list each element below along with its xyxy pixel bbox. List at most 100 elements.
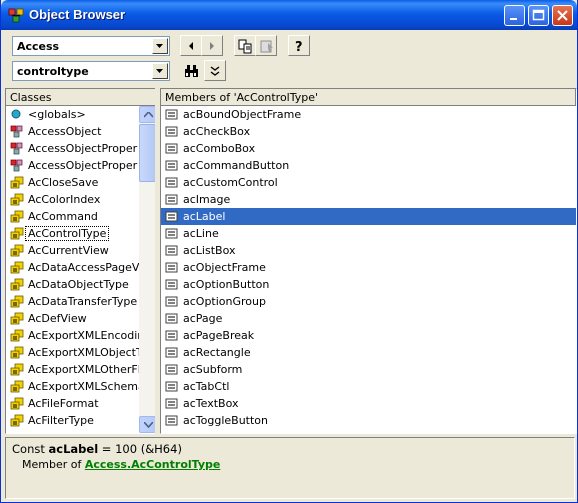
library-link[interactable]: Access [85, 458, 127, 471]
member-list-item[interactable]: acTextBox [161, 395, 576, 412]
view-definition-icon [260, 40, 273, 53]
chevron-down-icon [144, 422, 153, 428]
member-list-item[interactable]: acPage [161, 310, 576, 327]
member-list-item[interactable]: acOptionButton [161, 276, 576, 293]
class-list-item[interactable]: AcExportXMLEncodir [6, 327, 139, 344]
member-item-label: acLabel [183, 210, 226, 223]
member-item-label: acCustomControl [183, 176, 278, 189]
class-item-label: AcCommand [28, 210, 98, 223]
copy-icon [238, 39, 252, 54]
class-list-item[interactable]: AcFilterType [6, 412, 139, 429]
class-list-item[interactable]: AccessObjectProper [6, 157, 139, 174]
library-dropdown-arrow[interactable] [152, 38, 168, 54]
member-list-item[interactable]: acToggleButton [161, 412, 576, 429]
class-item-label: AcDataObjectType [28, 278, 129, 291]
member-item-label: acOptionGroup [183, 295, 266, 308]
class-item-label: AcFilterType [28, 414, 94, 427]
constant-icon [165, 313, 178, 324]
constant-icon [165, 109, 178, 120]
enum-icon [10, 193, 24, 206]
member-item-label: acBoundObjectFrame [183, 108, 302, 121]
classes-header[interactable]: Classes [6, 89, 156, 106]
member-list-item[interactable]: acLabel [161, 208, 576, 225]
member-list-item[interactable]: acComboBox [161, 140, 576, 157]
help-button[interactable]: ? [288, 35, 310, 56]
member-list-item[interactable]: acRectangle [161, 344, 576, 361]
class-list-item[interactable]: AcDataObjectType [6, 276, 139, 293]
member-list-item[interactable]: acTabCtl [161, 378, 576, 395]
class-list-item[interactable]: AcDefView [6, 310, 139, 327]
binoculars-icon [185, 65, 198, 77]
classes-scrollbar[interactable] [139, 106, 156, 433]
class-list-item[interactable]: AcControlType [6, 225, 139, 242]
maximize-button[interactable] [528, 5, 549, 26]
member-list-item[interactable]: acPageBreak [161, 327, 576, 344]
class-list-item[interactable]: AcExportXMLOtherFl [6, 361, 139, 378]
member-list-item[interactable]: acCommandButton [161, 157, 576, 174]
class-item-label: AcCurrentView [28, 244, 109, 257]
enum-icon [10, 414, 24, 427]
library-value: Access [17, 40, 60, 53]
class-item-label: <globals> [28, 108, 86, 121]
class-list-item[interactable]: AccessObject [6, 123, 139, 140]
copy-to-clipboard-button[interactable] [234, 35, 256, 56]
member-list-item[interactable]: acOptionGroup [161, 293, 576, 310]
title-bar[interactable]: Object Browser [1, 0, 577, 30]
show-hide-results-icon [210, 66, 220, 76]
member-item-label: acTextBox [183, 397, 239, 410]
constant-icon [165, 262, 178, 273]
class-list-item[interactable]: AcExportXMLSchema [6, 378, 139, 395]
class-list-item[interactable]: AcDataAccessPageV [6, 259, 139, 276]
scroll-up-button[interactable] [139, 106, 156, 123]
class-list-item[interactable]: AcCurrentView [6, 242, 139, 259]
show-hide-results-button[interactable] [204, 60, 226, 81]
class-list-item[interactable]: AcFileFormat [6, 395, 139, 412]
library-dropdown[interactable]: Access [12, 36, 170, 56]
enum-icon [10, 346, 24, 359]
constant-icon [165, 398, 178, 409]
go-forward-button[interactable] [201, 35, 223, 56]
minimize-button[interactable] [504, 5, 525, 26]
enum-icon [10, 244, 24, 257]
constant-icon [165, 381, 178, 392]
class-item-label: AccessObjectProper [28, 142, 138, 155]
enum-icon [10, 227, 24, 240]
member-list-item[interactable]: acObjectFrame [161, 259, 576, 276]
class-list-item[interactable]: AcCloseSave [6, 174, 139, 191]
constant-icon [165, 347, 178, 358]
chevron-up-icon [144, 112, 153, 118]
member-item-label: acTabCtl [183, 380, 230, 393]
class-list-item[interactable]: AcDataTransferType [6, 293, 139, 310]
maximize-icon [532, 9, 545, 21]
close-icon [557, 10, 568, 21]
member-list-item[interactable]: acSubform [161, 361, 576, 378]
class-item-label: AcExportXMLObjectT [28, 346, 139, 359]
member-list-item[interactable]: acImage [161, 191, 576, 208]
search-text-combo[interactable]: controltype [12, 61, 170, 81]
class-list-item[interactable]: <globals> [6, 106, 139, 123]
class-link[interactable]: AcControlType [131, 458, 220, 471]
search-dropdown-arrow[interactable] [152, 63, 168, 79]
member-list-item[interactable]: acBoundObjectFrame [161, 106, 576, 123]
view-definition-button[interactable] [255, 35, 277, 56]
members-header[interactable]: Members of 'AcControlType' [161, 89, 576, 106]
class-list-item[interactable]: AcExportXMLObjectT [6, 344, 139, 361]
scroll-down-button[interactable] [139, 416, 156, 433]
search-button[interactable] [180, 60, 202, 81]
class-list-item[interactable]: AccessObjectProper [6, 140, 139, 157]
constant-icon [165, 330, 178, 341]
go-back-button[interactable] [180, 35, 202, 56]
const-keyword: Const [12, 442, 49, 456]
close-button[interactable] [552, 5, 573, 26]
member-list-item[interactable]: acLine [161, 225, 576, 242]
enum-icon [10, 329, 24, 342]
member-list-item[interactable]: acCheckBox [161, 123, 576, 140]
member-list-item[interactable]: acCustomControl [161, 174, 576, 191]
class-list-item[interactable]: AcColorIndex [6, 191, 139, 208]
member-list-item[interactable]: acListBox [161, 242, 576, 259]
constant-icon [165, 415, 178, 426]
scroll-thumb[interactable] [139, 124, 156, 182]
constant-icon [165, 194, 178, 205]
class-list-item[interactable]: AcCommand [6, 208, 139, 225]
class-item-label: AcExportXMLEncodir [28, 329, 139, 342]
